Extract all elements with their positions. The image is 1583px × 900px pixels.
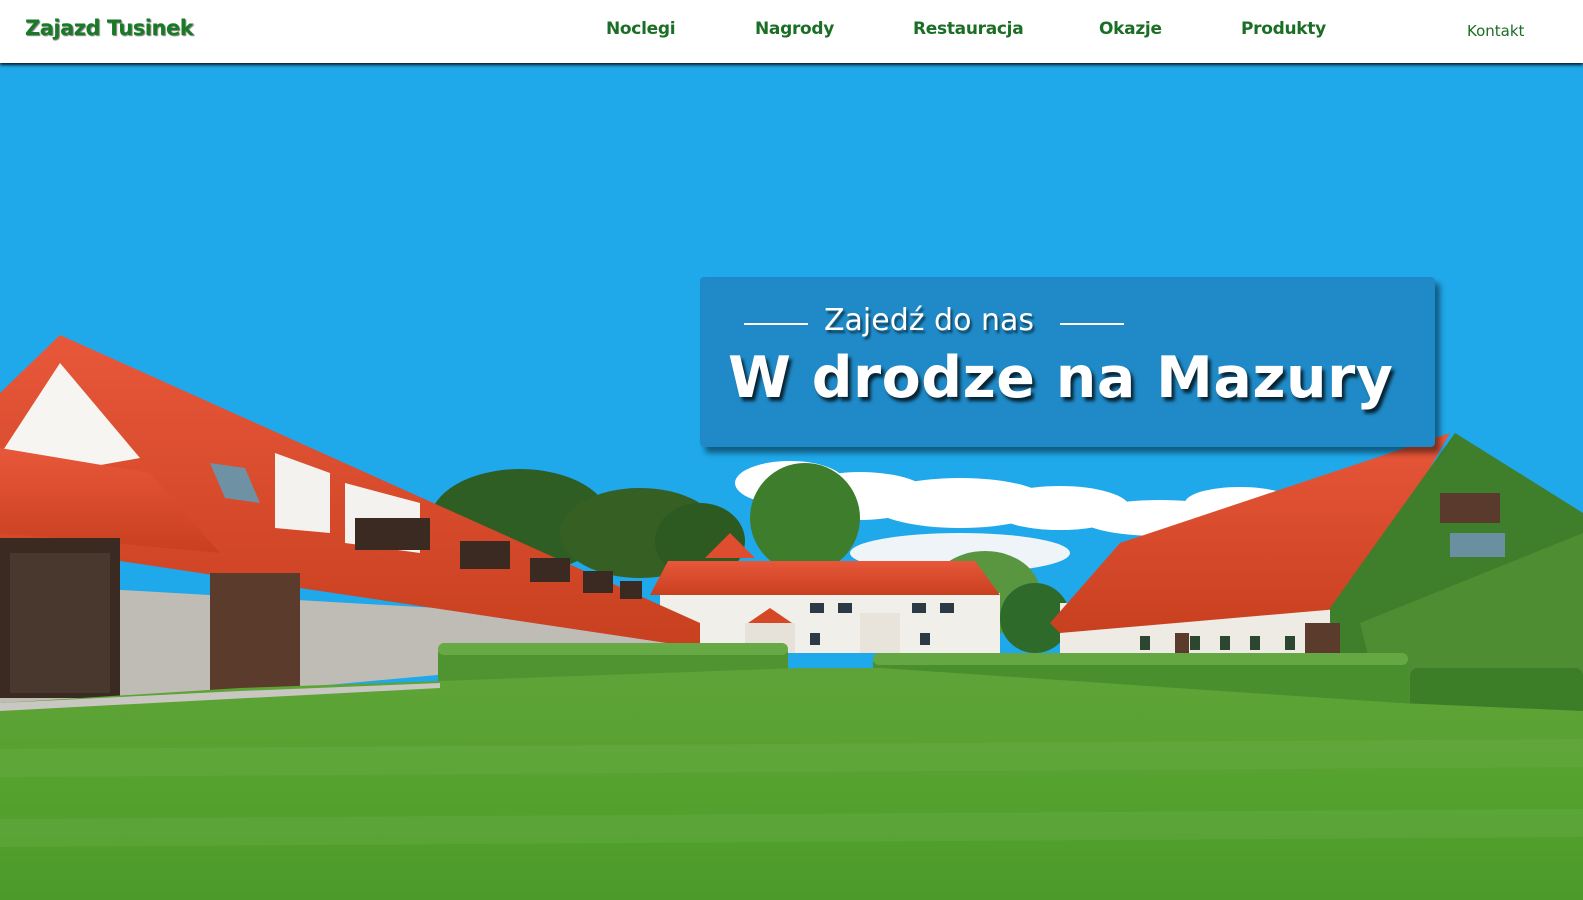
nav-item-okazje[interactable]: Okazje <box>1099 19 1162 39</box>
nav-item-nagrody[interactable]: Nagrody <box>755 19 834 39</box>
nav-contact-link[interactable]: Kontakt <box>1467 22 1524 40</box>
hero-title: W drodze na Mazury <box>728 345 1394 411</box>
hero-subtitle: Zajedź do nas <box>824 303 1035 338</box>
nav-item-restauracja[interactable]: Restauracja <box>913 19 1024 39</box>
lawn <box>0 668 1583 900</box>
decorative-line-right <box>1060 323 1124 325</box>
hero-image <box>0 63 1583 900</box>
hero-card: Zajedź do nas W drodze na Mazury <box>700 277 1435 447</box>
site-logo[interactable]: Zajazd Tusinek <box>25 16 194 40</box>
nav-item-noclegi[interactable]: Noclegi <box>606 19 676 39</box>
page: Zajazd Tusinek Noclegi Nagrody Restaurac… <box>0 0 1583 900</box>
top-navbar: Zajazd Tusinek Noclegi Nagrody Restaurac… <box>0 0 1583 63</box>
decorative-line-left <box>744 323 808 325</box>
nav-item-produkty[interactable]: Produkty <box>1241 19 1326 39</box>
